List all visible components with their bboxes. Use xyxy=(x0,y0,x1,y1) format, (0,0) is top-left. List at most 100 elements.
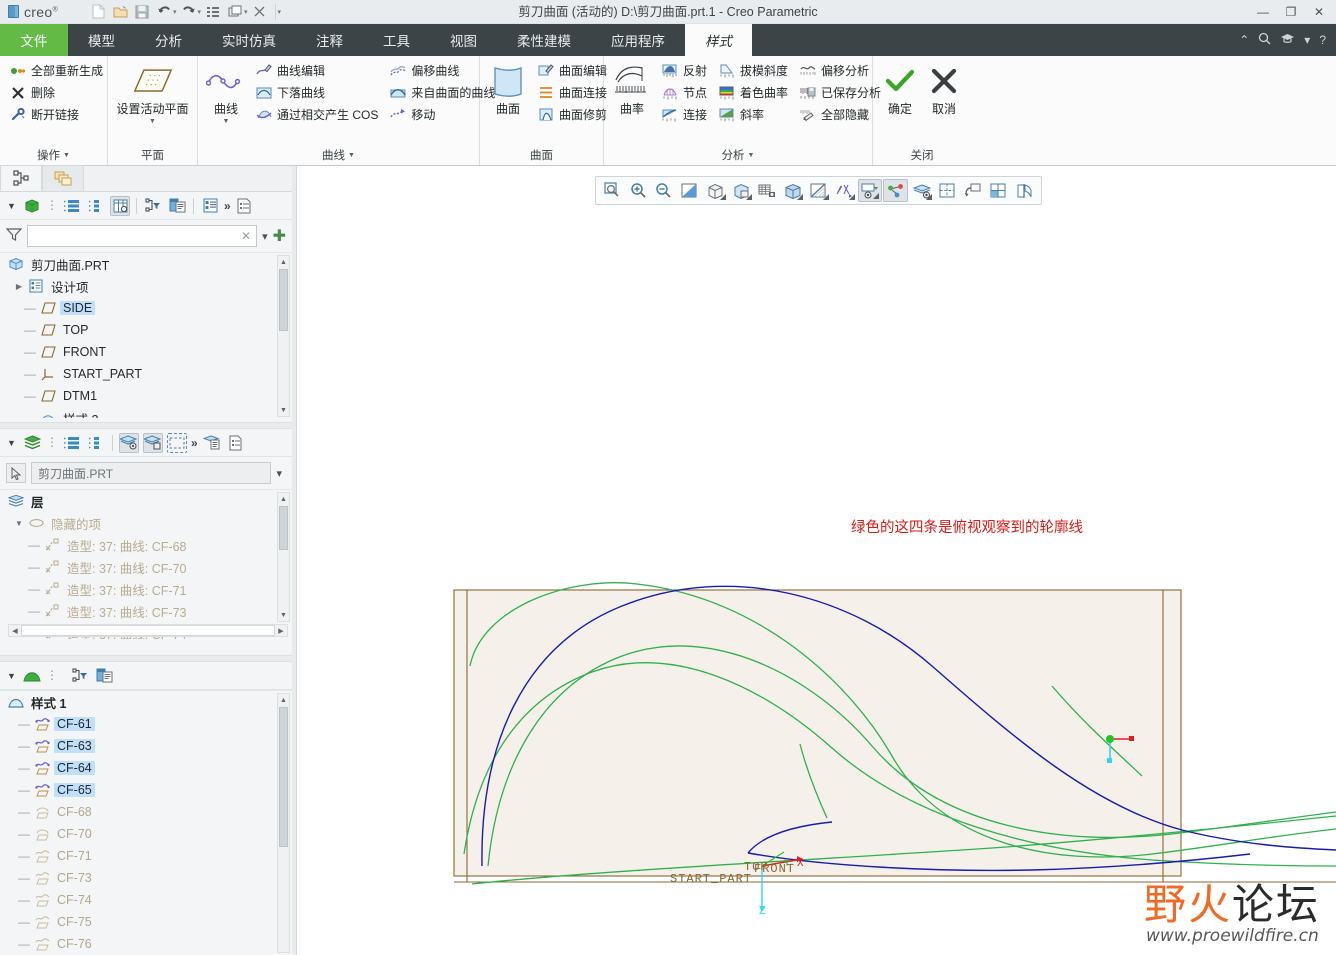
open-file-icon[interactable] xyxy=(110,2,130,22)
tab-live-simulation[interactable]: 实时仿真 xyxy=(202,24,296,56)
connect-button[interactable]: 连接 xyxy=(658,105,711,124)
more-options-icon[interactable]: » xyxy=(224,199,231,213)
style-tree-row-root[interactable]: 样式 1 xyxy=(0,691,292,713)
saved-analysis-button[interactable]: 已保存分析 xyxy=(796,83,885,102)
help-dropdown-icon[interactable]: ▾ xyxy=(1304,33,1310,47)
expand-all-icon[interactable] xyxy=(62,196,82,216)
refit-icon[interactable] xyxy=(677,179,702,202)
collapse-ribbon-icon[interactable]: ⌃ xyxy=(1239,33,1249,47)
tree-columns-icon[interactable] xyxy=(110,195,130,216)
close-button[interactable]: ✕ xyxy=(1306,1,1332,23)
tab-view[interactable]: 视图 xyxy=(430,24,497,56)
style-display-icon[interactable] xyxy=(94,666,114,686)
scroll-left-arrow-icon[interactable]: ◀ xyxy=(9,627,21,635)
surface-button[interactable]: 曲面 xyxy=(486,61,530,120)
perspective-icon[interactable] xyxy=(806,179,831,202)
tree-row-style2[interactable]: — 样式 2 xyxy=(0,407,292,418)
window-icon[interactable] xyxy=(225,2,245,22)
surface-edit-button[interactable]: 曲面编辑 xyxy=(534,61,611,80)
model-tree-tab[interactable] xyxy=(0,165,42,191)
redo-dropdown-icon[interactable]: ▾ xyxy=(198,8,202,16)
layer-model-selector[interactable]: 剪刀曲面.PRT xyxy=(31,462,272,484)
scroll-down-arrow-icon[interactable]: ▼ xyxy=(278,404,289,416)
scroll-up-arrow-icon[interactable]: ▲ xyxy=(278,694,289,706)
node-button[interactable]: 节点 xyxy=(658,83,711,102)
scroll-track[interactable] xyxy=(21,625,275,636)
layer-menu-icon[interactable]: ⋮ xyxy=(46,436,58,448)
panel-splitter-1[interactable] xyxy=(0,422,292,429)
curve-dropdown-icon[interactable]: ▼ xyxy=(223,118,230,125)
scroll-thumb[interactable] xyxy=(279,707,288,847)
scroll-up-arrow-icon[interactable]: ▲ xyxy=(278,493,289,505)
reorient-icon[interactable] xyxy=(703,179,728,202)
undo-dropdown-icon[interactable]: ▾ xyxy=(173,8,177,16)
quick-access-toolbar[interactable]: ▾ ▾ ▾ ▾ xyxy=(88,2,281,22)
tree-settings-dropdown-icon[interactable]: ▼ xyxy=(5,196,18,216)
tree-menu-icon[interactable]: ⋮ xyxy=(46,199,58,211)
drop-curve-button[interactable]: 下落曲线 xyxy=(252,83,382,102)
layer-selector-dropdown-icon[interactable]: ▾ xyxy=(276,467,286,480)
layer-tree-row-group[interactable]: ▼ 隐藏的项 xyxy=(0,512,292,534)
scroll-thumb[interactable] xyxy=(279,269,288,331)
set-active-plane-button[interactable]: 设置活动平面 ▼ xyxy=(114,61,191,128)
model-tree-vscrollbar[interactable]: ▲ ▼ xyxy=(277,255,290,417)
graphics-toolbar[interactable] xyxy=(595,176,1042,205)
scroll-right-arrow-icon[interactable]: ▶ xyxy=(275,627,287,635)
customize-qat-icon[interactable]: ▾ xyxy=(278,8,282,16)
spin-center-icon[interactable] xyxy=(883,179,909,202)
style-item-row[interactable]: — CF-61 xyxy=(0,713,292,735)
more-options-icon[interactable]: » xyxy=(191,436,198,450)
layer-detail-icon[interactable] xyxy=(226,433,246,453)
layer-new-icon[interactable] xyxy=(167,432,187,453)
layer-tree-vscrollbar[interactable]: ▲ ▼ xyxy=(277,492,290,622)
tab-analysis[interactable]: 分析 xyxy=(135,24,202,56)
style-item-row[interactable]: — CF-76 xyxy=(0,933,292,955)
layer-tree-toolbar[interactable]: ▼ ⋮ » xyxy=(0,429,292,457)
style-settings-dropdown-icon[interactable]: ▼ xyxy=(5,666,18,686)
style-menu-icon[interactable]: ⋮ xyxy=(46,669,58,681)
ok-button[interactable]: 确定 xyxy=(878,61,922,120)
tree-filter-icon[interactable] xyxy=(143,196,163,216)
tree-row-top[interactable]: — TOP xyxy=(0,319,292,341)
help-graduation-icon[interactable] xyxy=(1280,32,1295,48)
tree-row-front[interactable]: — FRONT xyxy=(0,341,292,363)
layer-tree-row-root[interactable]: 层 xyxy=(0,490,292,512)
panel-splitter-2[interactable] xyxy=(0,655,292,662)
copy-view-icon[interactable] xyxy=(961,179,986,202)
style-item-row[interactable]: — CF-73 xyxy=(0,867,292,889)
datum-display-icon[interactable] xyxy=(832,179,857,202)
window-layout-icon[interactable] xyxy=(987,179,1012,202)
window-dropdown-icon[interactable]: ▾ xyxy=(244,8,248,16)
layer-item-row[interactable]: — 造型: 37: 曲线: CF-70 xyxy=(0,556,292,578)
curve-button[interactable]: 曲线 ▼ xyxy=(204,61,248,128)
dock-tab-strip[interactable] xyxy=(0,165,292,192)
style-item-row[interactable]: — CF-74 xyxy=(0,889,292,911)
layer-tree[interactable]: 层 ▼ 隐藏的项 — 造型: 37: 曲线: CF-68 — 造型: 37: 曲… xyxy=(0,489,292,639)
tab-model[interactable]: 模型 xyxy=(68,24,135,56)
slope-button[interactable]: 斜率 xyxy=(715,105,792,124)
scroll-up-arrow-icon[interactable]: ▲ xyxy=(278,256,289,268)
layer-settings-dropdown-icon[interactable]: ▼ xyxy=(5,433,18,453)
search-icon[interactable] xyxy=(1258,32,1271,48)
collapse-chevron-icon[interactable]: ▼ xyxy=(14,519,24,528)
filter-dropdown-icon[interactable]: ▾ xyxy=(262,230,268,243)
tab-style[interactable]: 样式 xyxy=(685,24,752,56)
style-item-row[interactable]: — CF-64 xyxy=(0,757,292,779)
minimize-button[interactable]: — xyxy=(1250,1,1276,23)
style-tree-toolbar[interactable]: ▼ ⋮ xyxy=(0,662,292,690)
maximize-button[interactable]: ❐ xyxy=(1278,1,1304,23)
delete-button[interactable]: 删除 xyxy=(6,83,107,102)
tab-applications[interactable]: 应用程序 xyxy=(591,24,685,56)
layers-visibility-icon[interactable] xyxy=(909,179,934,202)
zoom-out-icon[interactable] xyxy=(652,179,677,202)
surface-connect-button[interactable]: 曲面连接 xyxy=(534,83,611,102)
layer-expand-icon[interactable] xyxy=(62,433,82,453)
regenerate-all-button[interactable]: 全部重新生成 xyxy=(6,61,107,80)
cancel-button[interactable]: 取消 xyxy=(922,61,966,120)
tab-annotate[interactable]: 注释 xyxy=(296,24,363,56)
tree-row-side[interactable]: — SIDE xyxy=(0,297,292,319)
style-item-row[interactable]: — CF-63 xyxy=(0,735,292,757)
layer-tree-hscrollbar[interactable]: ◀ ▶ xyxy=(8,624,288,637)
scroll-thumb[interactable] xyxy=(279,506,288,550)
surface-trim-button[interactable]: 曲面修剪 xyxy=(534,105,611,124)
